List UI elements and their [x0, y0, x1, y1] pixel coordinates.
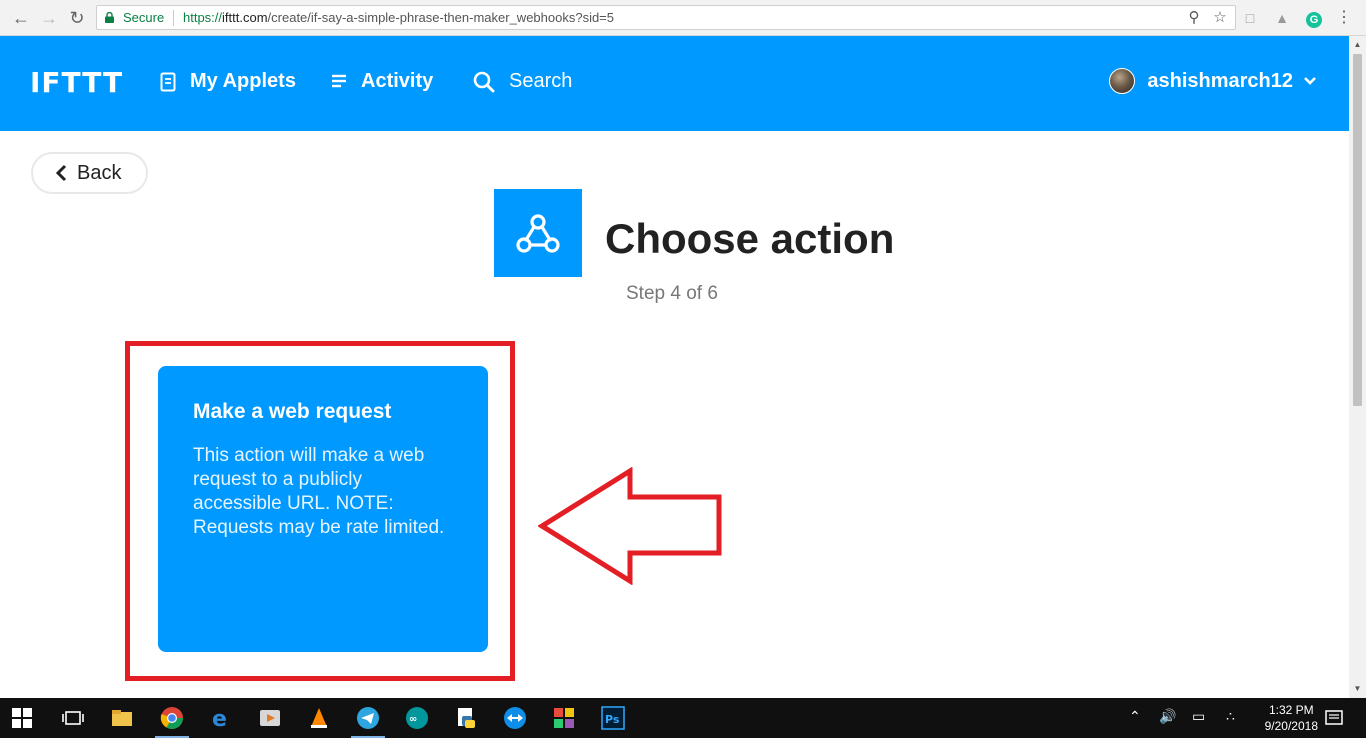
back-label: Back: [77, 161, 122, 184]
chrome-icon[interactable]: [160, 706, 184, 730]
notification-center-icon[interactable]: [1322, 706, 1346, 730]
back-arrow-icon[interactable]: ←: [10, 7, 32, 29]
app-tiles-icon[interactable]: [552, 706, 576, 730]
svg-text:Ps: Ps: [605, 713, 620, 726]
site-header: IFTTT My Applets Activity Search ashishm…: [0, 36, 1349, 131]
username: ashishmarch12: [1147, 69, 1293, 92]
webhooks-icon: [494, 189, 582, 277]
windows-start-icon[interactable]: [12, 708, 32, 728]
url-scheme: https://: [183, 10, 223, 25]
back-button[interactable]: Back: [31, 152, 148, 194]
menu-icon[interactable]: ⋮: [1334, 8, 1354, 28]
url-host: ifttt.com: [222, 10, 268, 25]
lock-icon: [105, 12, 114, 23]
document-icon: [160, 72, 176, 91]
address-bar[interactable]: Secure https://ifttt.com/create/if-say-a…: [96, 5, 1236, 30]
nav-activity-label: Activity: [361, 70, 434, 92]
step-indicator: Step 4 of 6: [626, 283, 718, 304]
action-card-description: This action will make a web request to a…: [193, 445, 445, 538]
nav-search[interactable]: Search: [473, 70, 572, 93]
url-text[interactable]: https://ifttt.com/create/if-say-a-simple…: [183, 10, 614, 25]
nav-my-applets[interactable]: My Applets: [160, 70, 296, 93]
secure-label: Secure: [123, 10, 165, 25]
url-path: /create/if-say-a-simple-phrase-then-make…: [267, 10, 615, 25]
nav-activity[interactable]: Activity: [331, 70, 433, 93]
extension-drive-icon[interactable]: ▲: [1272, 8, 1292, 28]
network-icon[interactable]: ∴: [1226, 708, 1235, 725]
chevron-left-icon: [55, 164, 67, 182]
arduino-icon[interactable]: ∞: [405, 706, 429, 730]
ifttt-logo[interactable]: IFTTT: [30, 66, 123, 99]
clock-time: 1:32 PM: [1268, 703, 1314, 717]
extension-pdf-icon[interactable]: □: [1240, 8, 1260, 28]
svg-text:e: e: [212, 707, 227, 730]
nav-search-label: Search: [509, 70, 573, 92]
file-explorer-icon[interactable]: [110, 706, 134, 730]
telegram-icon[interactable]: [356, 706, 380, 730]
photoshop-icon[interactable]: Ps: [601, 706, 625, 730]
zoom-icon[interactable]: ⚲: [1185, 9, 1203, 27]
page-title: Choose action: [605, 215, 895, 262]
omnibox-divider: [173, 10, 174, 26]
scroll-up-icon[interactable]: ▲: [1353, 40, 1362, 49]
volume-icon[interactable]: 🔊: [1159, 708, 1176, 725]
vlc-icon[interactable]: [307, 706, 331, 730]
tray-overflow-icon[interactable]: ⌃: [1129, 708, 1141, 725]
edge-icon[interactable]: e: [209, 706, 233, 730]
action-card-make-web-request[interactable]: Make a web request This action will make…: [158, 366, 488, 652]
battery-icon[interactable]: ▭: [1192, 708, 1205, 725]
system-clock[interactable]: 1:32 PM 9/20/2018: [1265, 702, 1318, 734]
teamviewer-icon[interactable]: [503, 706, 527, 730]
python-icon[interactable]: [454, 706, 478, 730]
scroll-down-icon[interactable]: ▼: [1353, 684, 1362, 693]
star-icon[interactable]: ☆: [1211, 9, 1229, 27]
webhooks-glyph: [516, 214, 560, 253]
grammarly-icon[interactable]: G: [1304, 8, 1324, 28]
svg-text:∞: ∞: [409, 714, 417, 725]
search-icon: [473, 71, 495, 92]
task-view-icon[interactable]: [61, 706, 85, 730]
annotation-arrow-icon: [538, 467, 722, 585]
user-menu[interactable]: ashishmarch12: [1109, 68, 1317, 94]
avatar: [1109, 68, 1136, 94]
scroll-thumb[interactable]: [1353, 54, 1362, 406]
clock-date: 9/20/2018: [1264, 719, 1318, 733]
list-icon: [332, 74, 346, 87]
forward-arrow-icon[interactable]: →: [38, 7, 60, 29]
page-scrollbar[interactable]: ▲ ▼: [1349, 36, 1366, 698]
action-card-title: Make a web request: [193, 400, 392, 423]
reload-icon[interactable]: ↻: [66, 7, 88, 29]
chevron-down-icon: [1304, 77, 1316, 85]
nav-my-applets-label: My Applets: [190, 70, 296, 92]
windows-taskbar: e ∞ Ps ⌃ 🔊 ▭ ∴ 1:32 PM 9/20/2018: [0, 698, 1366, 738]
browser-toolbar: ← → ↻ Secure https://ifttt.com/create/if…: [0, 0, 1366, 36]
media-player-icon[interactable]: [258, 706, 282, 730]
